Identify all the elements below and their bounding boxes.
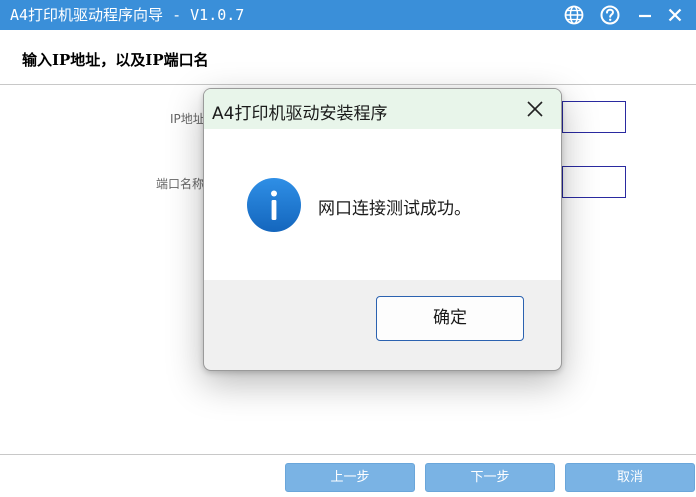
- ip-address-input[interactable]: [562, 101, 626, 133]
- next-button[interactable]: 下一步: [425, 463, 555, 492]
- ok-button[interactable]: 确定: [376, 296, 524, 341]
- close-icon[interactable]: [664, 4, 686, 26]
- page-title: 输入IP地址，以及IP端口名: [22, 51, 209, 69]
- dialog-title: A4打印机驱动安装程序: [212, 104, 388, 124]
- minimize-icon[interactable]: [634, 4, 656, 26]
- dialog-title-bar: A4打印机驱动安装程序: [204, 89, 561, 129]
- footer-divider: [0, 454, 696, 455]
- title-bar: A4打印机驱动程序向导 - V1.0.7: [0, 0, 696, 30]
- prev-button[interactable]: 上一步: [285, 463, 415, 492]
- cancel-button[interactable]: 取消: [565, 463, 695, 492]
- message-dialog: A4打印机驱动安装程序 网口连接测试成功。 确定: [203, 88, 562, 371]
- dialog-body: 网口连接测试成功。: [204, 129, 561, 280]
- port-name-label: 端口名称: [156, 177, 205, 191]
- ip-address-label: IP地址: [170, 112, 205, 126]
- help-icon[interactable]: [599, 4, 621, 26]
- port-name-input[interactable]: [562, 166, 626, 198]
- header-divider: [0, 84, 696, 85]
- window-title: A4打印机驱动程序向导 - V1.0.7: [10, 6, 245, 24]
- dialog-close-icon[interactable]: [525, 99, 545, 119]
- globe-icon[interactable]: [563, 4, 585, 26]
- info-icon: [246, 177, 302, 233]
- dialog-message: 网口连接测试成功。: [318, 199, 471, 219]
- wizard-window: A4打印机驱动程序向导 - V1.0.7 输入IP地址，以及IP端口名 IP地址…: [0, 0, 696, 497]
